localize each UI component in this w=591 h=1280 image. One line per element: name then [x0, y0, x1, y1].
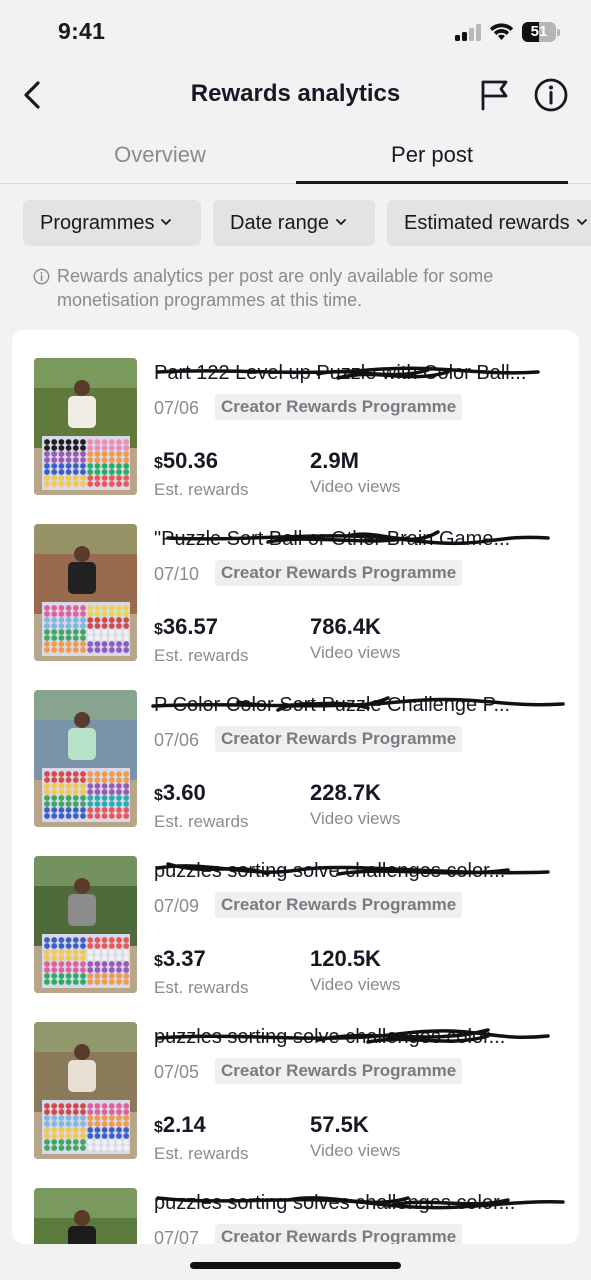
video-views-value: 786.4K [310, 614, 381, 639]
post-date: 07/10 [154, 564, 200, 584]
info-icon [33, 268, 50, 285]
programme-badge: Creator Rewards Programme [215, 560, 463, 586]
programme-badge: Creator Rewards Programme [215, 1058, 463, 1084]
battery-icon: 51 [522, 22, 560, 42]
date-range-filter-label: Date range [230, 212, 329, 234]
header: Rewards analytics [0, 64, 591, 126]
video-views-label: Video views [310, 809, 401, 828]
status-bar: 9:41 51 [0, 0, 591, 64]
estimated-rewards-sort-label: Estimated rewards [404, 212, 570, 234]
video-views-stat: 228.7K Video views [310, 780, 400, 830]
currency-symbol: $ [154, 787, 163, 804]
video-views-stat: 57.5K Video views [310, 1112, 400, 1162]
tab-overview[interactable]: Overview [24, 126, 296, 184]
post-list: Part 122 Level up Puzzle with Color Ball… [12, 330, 579, 1244]
post-row[interactable]: Part 122 Level up Puzzle with Color Ball… [12, 330, 579, 499]
post-title: "Puzzle Sort Ball or Other Brain Game... [154, 528, 511, 550]
programmes-filter-label: Programmes [40, 212, 155, 234]
est-rewards-value: $2.14 [154, 1112, 248, 1141]
post-thumbnail[interactable] [34, 358, 137, 495]
currency-symbol: $ [154, 455, 163, 472]
post-date: 07/09 [154, 896, 200, 916]
post-row[interactable]: puzzles sorting solve challenges color..… [12, 994, 579, 1163]
battery-percentage: 51 [530, 23, 548, 40]
chevron-down-icon [576, 218, 587, 225]
est-rewards-value: $3.37 [154, 946, 248, 975]
programme-badge: Creator Rewards Programme [215, 892, 463, 918]
est-rewards-stat: $3.60 Est. rewards [154, 780, 248, 833]
post-row[interactable]: "Puzzle Sort Ball or Other Brain Game...… [12, 496, 579, 665]
post-thumbnail[interactable] [34, 1188, 137, 1244]
est-rewards-stat: $3.37 Est. rewards [154, 946, 248, 999]
rewards-amount: 2.14 [162, 1112, 206, 1137]
post-row[interactable]: puzzles sorting solves challenges color.… [12, 1160, 579, 1244]
date-range-filter[interactable]: Date range [213, 200, 375, 246]
post-date: 07/06 [154, 398, 200, 418]
est-rewards-stat: $36.57 Est. rewards [154, 614, 248, 667]
video-views-value: 2.9M [310, 448, 359, 473]
video-views-value: 228.7K [310, 780, 381, 805]
home-indicator [190, 1262, 401, 1269]
video-views-stat: 786.4K Video views [310, 614, 400, 664]
post-date: 07/07 [154, 1228, 200, 1244]
video-views-value: 57.5K [310, 1112, 369, 1137]
tab-per-post[interactable]: Per post [296, 126, 568, 184]
post-row[interactable]: P Color Color Sort Puzzle Challenge P...… [12, 662, 579, 831]
video-views-label: Video views [310, 1141, 401, 1160]
video-views-label: Video views [310, 477, 401, 496]
rewards-amount: 3.60 [162, 780, 206, 805]
active-tab-indicator [296, 181, 568, 184]
programme-badge: Creator Rewards Programme [215, 1224, 463, 1244]
post-title: puzzles sorting solve challenges color..… [154, 1026, 506, 1048]
post-date: 07/06 [154, 730, 200, 750]
currency-symbol: $ [154, 1119, 163, 1136]
cellular-signal-icon [455, 24, 482, 41]
post-thumbnail[interactable] [34, 1022, 137, 1159]
tab-bar: Overview Per post [0, 126, 591, 184]
post-thumbnail[interactable] [34, 690, 137, 827]
currency-symbol: $ [154, 953, 163, 970]
estimated-rewards-sort[interactable]: Estimated rewards [387, 200, 591, 246]
est-rewards-value: $3.60 [154, 780, 248, 809]
chevron-down-icon [336, 218, 346, 225]
video-views-value: 120.5K [310, 946, 381, 971]
est-rewards-stat: $2.14 Est. rewards [154, 1112, 248, 1165]
post-title: Part 122 Level up Puzzle with Color Ball… [154, 362, 527, 384]
programme-badge: Creator Rewards Programme [215, 726, 463, 752]
video-views-stat: 120.5K Video views [310, 946, 400, 996]
video-views-label: Video views [310, 643, 401, 662]
post-row[interactable]: puzzles sorting solve challenges color..… [12, 828, 579, 997]
wifi-icon [489, 23, 514, 40]
rewards-amount: 3.37 [162, 946, 206, 971]
programmes-filter[interactable]: Programmes [23, 200, 201, 246]
rewards-amount: 50.36 [162, 448, 218, 473]
rewards-amount: 36.57 [162, 614, 218, 639]
report-flag-icon[interactable] [478, 78, 512, 112]
post-title: P Color Color Sort Puzzle Challenge P... [154, 694, 511, 716]
est-rewards-stat: $50.36 Est. rewards [154, 448, 248, 501]
video-views-label: Video views [310, 975, 401, 994]
currency-symbol: $ [154, 621, 163, 638]
filter-bar: Programmes Date range Estimated rewards [0, 200, 591, 247]
programme-badge: Creator Rewards Programme [215, 394, 463, 420]
post-date: 07/05 [154, 1062, 200, 1082]
info-icon[interactable] [533, 77, 569, 113]
post-title: puzzles sorting solves challenges color.… [154, 1192, 516, 1214]
post-title: puzzles sorting solve challenges color..… [154, 860, 506, 882]
status-time: 9:41 [58, 18, 106, 44]
est-rewards-value: $50.36 [154, 448, 248, 477]
chevron-down-icon [161, 218, 172, 225]
video-views-stat: 2.9M Video views [310, 448, 400, 498]
est-rewards-value: $36.57 [154, 614, 248, 643]
post-thumbnail[interactable] [34, 524, 137, 661]
post-thumbnail[interactable] [34, 856, 137, 993]
notice-text: Rewards analytics per post are only avai… [57, 266, 494, 310]
